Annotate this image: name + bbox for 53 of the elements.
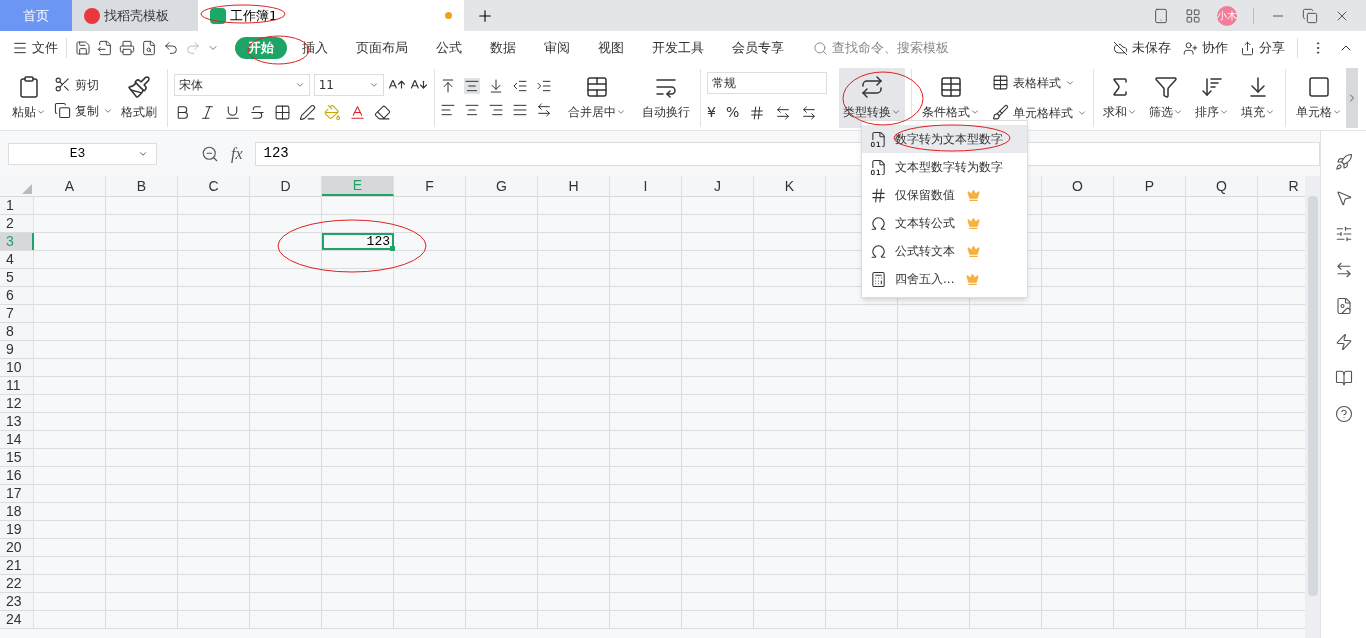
ribbon-tab[interactable]: 视图 <box>585 37 637 59</box>
column-header[interactable]: C <box>178 176 250 196</box>
ribbon-tab[interactable]: 数据 <box>477 37 529 59</box>
menu-item[interactable]: 仅保留数值 <box>862 181 1027 209</box>
column-header[interactable]: G <box>466 176 538 196</box>
conditional-format-button[interactable]: 条件格式 <box>917 67 984 128</box>
column-header[interactable]: H <box>538 176 610 196</box>
ribbon-tab[interactable]: 会员专享 <box>719 37 797 59</box>
column-header[interactable]: Q <box>1186 176 1258 196</box>
filter-button[interactable]: 筛选 <box>1145 67 1188 128</box>
sort-button[interactable]: 排序 <box>1191 67 1234 128</box>
fx-label: fx <box>231 143 243 165</box>
percent-symbol[interactable]: % <box>725 102 740 123</box>
fill-button[interactable]: 填充 <box>1237 67 1280 128</box>
column-header[interactable]: B <box>106 176 178 196</box>
ribbon-tab[interactable]: 公式 <box>423 37 475 59</box>
collaborate-button[interactable]: 协作 <box>1202 38 1228 58</box>
column-header[interactable]: P <box>1114 176 1186 196</box>
menu-item[interactable]: 公式转文本 <box>862 237 1027 265</box>
column-header[interactable]: J <box>682 176 754 196</box>
cut-button[interactable]: 剪切 <box>54 75 113 94</box>
menu-item[interactable]: 四舍五入... <box>862 265 1027 293</box>
ribbon-tab[interactable]: 页面布局 <box>343 37 421 59</box>
column-header[interactable]: O <box>1042 176 1114 196</box>
column-header[interactable]: K <box>754 176 826 196</box>
paste-button[interactable]: 粘贴 <box>8 67 50 128</box>
column-header[interactable]: A <box>34 176 106 196</box>
number-format-field[interactable]: 常规 <box>707 72 827 94</box>
active-cell[interactable]: 123 <box>322 233 394 250</box>
currency-symbol[interactable]: ¥ <box>707 102 716 123</box>
table-style-button[interactable]: 表格样式 <box>991 73 1087 92</box>
cell-button[interactable]: 单元格 <box>1292 67 1347 128</box>
search-field[interactable]: 查找命令、搜索模板 <box>832 38 949 58</box>
font-size-field[interactable]: 11 <box>313 74 384 96</box>
copy-button[interactable]: 复制 <box>54 101 113 120</box>
ribbon-tab[interactable]: 开发工具 <box>639 37 717 59</box>
share-button[interactable]: 分享 <box>1259 38 1285 58</box>
column-header[interactable]: F <box>394 176 466 196</box>
ribbon-tab[interactable]: 审阅 <box>531 37 583 59</box>
menu-item[interactable]: 文本转公式 <box>862 209 1027 237</box>
document-tab[interactable]: 找稻壳模板 <box>72 0 198 31</box>
merge-center-button[interactable]: 合并居中 <box>564 67 631 128</box>
wrap-text-button[interactable]: 自动换行 <box>638 67 695 128</box>
file-menu[interactable]: 文件 <box>32 38 58 58</box>
name-box[interactable]: E3 <box>8 142 157 165</box>
cell-style-button[interactable]: 单元格样式 <box>991 103 1087 122</box>
sum-button[interactable]: 求和 <box>1099 67 1142 128</box>
column-header[interactable]: I <box>610 176 682 196</box>
format-painter-button[interactable]: 格式刷 <box>117 67 161 128</box>
unsaved-button[interactable]: 未保存 <box>1132 38 1171 58</box>
menu-item[interactable]: 数字转为文本型数字 <box>862 125 1027 153</box>
document-tab[interactable]: 工作簿1 <box>198 0 464 31</box>
font-field[interactable]: 宋体 <box>173 74 310 96</box>
